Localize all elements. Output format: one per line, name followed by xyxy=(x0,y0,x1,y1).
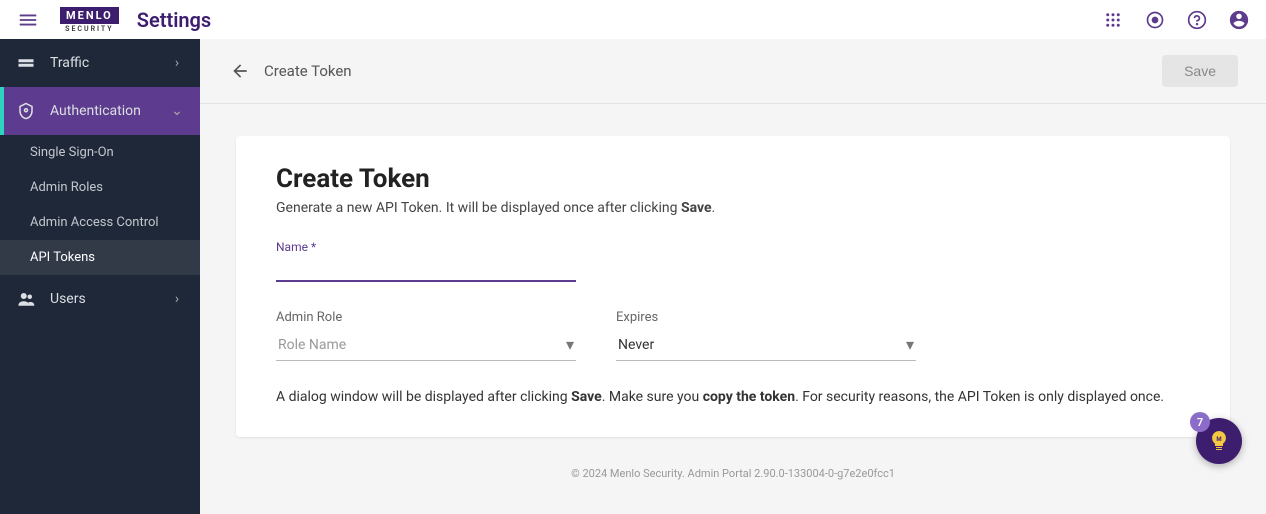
traffic-icon xyxy=(16,53,36,73)
card-title: Create Token xyxy=(276,164,1190,194)
expires-select[interactable]: Never ▾ xyxy=(616,329,916,361)
card-description: Generate a new API Token. It will be dis… xyxy=(276,200,1190,216)
arrow-left-icon xyxy=(230,61,250,81)
sidebar-item-label: Authentication xyxy=(50,103,170,119)
sidebar-subitem-admin-access[interactable]: Admin Access Control xyxy=(0,205,200,240)
subheader-title: Create Token xyxy=(264,62,1162,80)
sidebar-item-traffic[interactable]: Traffic › xyxy=(0,39,200,87)
account-icon xyxy=(1228,9,1250,31)
chevron-down-icon: ⌄ xyxy=(170,103,184,119)
apps-button[interactable] xyxy=(1102,9,1124,31)
admin-role-label: Admin Role xyxy=(276,310,576,325)
logo-sub: SECURITY xyxy=(65,25,113,33)
create-token-card: Create Token Generate a new API Token. I… xyxy=(236,136,1230,437)
lightbulb-icon: M xyxy=(1207,429,1231,453)
name-input[interactable] xyxy=(276,256,576,282)
help-icon xyxy=(1187,10,1207,30)
sidebar-item-authentication[interactable]: Authentication ⌄ xyxy=(0,87,200,135)
card-note: A dialog window will be displayed after … xyxy=(276,389,1190,405)
sidebar-subitem-admin-roles[interactable]: Admin Roles xyxy=(0,170,200,205)
expires-field: Expires Never ▾ xyxy=(616,310,916,361)
sidebar-subitem-sso[interactable]: Single Sign-On xyxy=(0,135,200,170)
fab-badge: 7 xyxy=(1190,412,1210,432)
notifications-button[interactable] xyxy=(1144,9,1166,31)
chevron-right-icon: › xyxy=(170,55,184,71)
sidebar-item-label: Users xyxy=(50,291,170,307)
dropdown-arrow-icon: ▾ xyxy=(566,335,574,354)
sidebar-subitem-label: API Tokens xyxy=(30,250,95,265)
expires-label: Expires xyxy=(616,310,916,325)
shield-icon xyxy=(16,101,36,121)
page-title: Settings xyxy=(137,8,211,32)
back-button[interactable] xyxy=(228,59,252,83)
main-content: Create Token Save Create Token Generate … xyxy=(200,39,1266,514)
topbar-right xyxy=(1102,9,1250,31)
footer-text: © 2024 Menlo Security. Admin Portal 2.90… xyxy=(200,437,1266,500)
name-field: Name * xyxy=(276,240,1190,282)
save-button[interactable]: Save xyxy=(1162,55,1238,87)
admin-role-select[interactable]: Role Name ▾ xyxy=(276,329,576,361)
sidebar-subitem-label: Single Sign-On xyxy=(30,145,114,160)
dropdown-arrow-icon: ▾ xyxy=(906,335,914,354)
help-button[interactable] xyxy=(1186,9,1208,31)
hamburger-icon xyxy=(17,9,39,31)
account-button[interactable] xyxy=(1228,9,1250,31)
target-icon xyxy=(1145,10,1165,30)
admin-role-value: Role Name xyxy=(278,337,566,353)
sidebar-subitem-api-tokens[interactable]: API Tokens xyxy=(0,240,200,275)
sidebar-subitem-label: Admin Roles xyxy=(30,180,103,195)
expires-value: Never xyxy=(618,337,906,353)
admin-role-field: Admin Role Role Name ▾ xyxy=(276,310,576,361)
users-icon xyxy=(16,289,36,309)
menu-toggle-button[interactable] xyxy=(16,8,40,32)
logo-main: MENLO xyxy=(60,7,119,24)
apps-grid-icon xyxy=(1104,11,1122,29)
sidebar-subitem-label: Admin Access Control xyxy=(30,215,159,230)
logo: MENLO SECURITY xyxy=(60,7,119,33)
svg-text:M: M xyxy=(1216,436,1221,443)
name-field-label: Name * xyxy=(276,240,1190,254)
help-fab-button[interactable]: 7 M xyxy=(1196,418,1242,464)
topbar: MENLO SECURITY Settings xyxy=(0,0,1266,39)
sidebar: Traffic › Authentication ⌄ Single Sign-O… xyxy=(0,39,200,514)
subheader: Create Token Save xyxy=(200,39,1266,104)
sidebar-item-users[interactable]: Users › xyxy=(0,275,200,323)
chevron-right-icon: › xyxy=(170,291,184,307)
sidebar-item-label: Traffic xyxy=(50,55,170,71)
